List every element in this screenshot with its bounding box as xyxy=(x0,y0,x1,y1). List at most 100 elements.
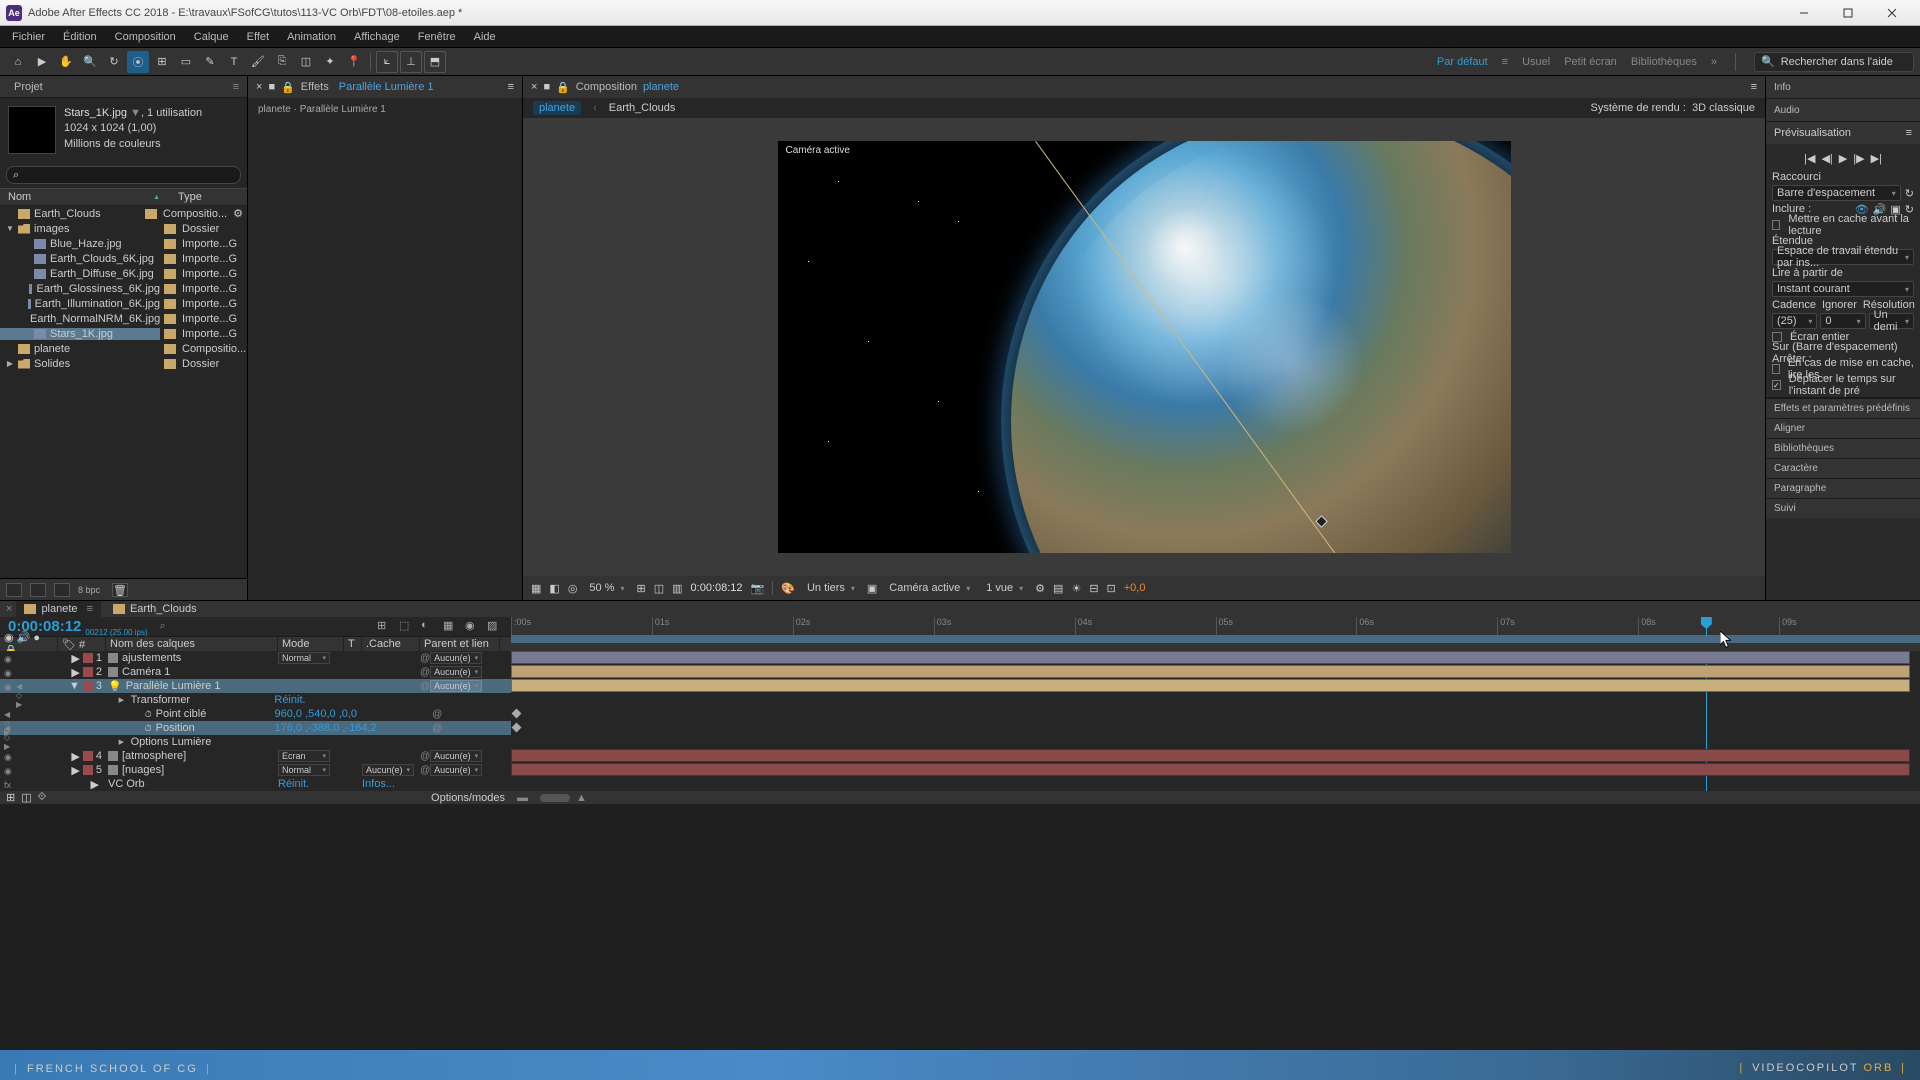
menu-aide[interactable]: Aide xyxy=(466,29,504,45)
prev-frame-button[interactable]: ◀| xyxy=(1821,152,1832,165)
project-item[interactable]: Earth_CloudsCompositio...⚙ xyxy=(0,206,247,221)
play-button[interactable]: ▶ xyxy=(1839,152,1847,165)
skip-select[interactable]: 0 xyxy=(1820,313,1865,329)
renderer-value[interactable]: 3D classique xyxy=(1692,102,1755,114)
timeline-tab-earthclouds[interactable]: Earth_Clouds xyxy=(105,601,205,617)
timeline-tracks[interactable] xyxy=(511,651,1920,791)
snapshot-icon[interactable]: 📷 xyxy=(751,582,765,595)
project-item[interactable]: Earth_Clouds_6K.jpgImporte...G xyxy=(0,251,247,266)
menu-edition[interactable]: Édition xyxy=(55,29,105,45)
timeline-zoom-scrollbar[interactable] xyxy=(540,794,570,802)
next-frame-button[interactable]: |▶ xyxy=(1853,152,1864,165)
paragraph-header[interactable]: Paragraphe xyxy=(1766,478,1920,498)
resolution-select[interactable]: Un demi xyxy=(1869,313,1914,329)
pixel-aspect-icon[interactable]: ▤ xyxy=(1053,582,1063,595)
effects-close-icon[interactable]: × xyxy=(256,81,262,93)
crumb-planete[interactable]: planete xyxy=(533,101,581,115)
project-tab[interactable]: Projet xyxy=(8,79,49,95)
menu-affichage[interactable]: Affichage xyxy=(346,29,408,45)
last-frame-button[interactable]: ▶| xyxy=(1871,152,1882,165)
character-header[interactable]: Caractère xyxy=(1766,458,1920,478)
home-tool[interactable]: ⌂ xyxy=(7,51,29,73)
mask-toggle[interactable]: ◎ xyxy=(568,582,578,595)
view-options-icon[interactable]: ⚙ xyxy=(1035,582,1045,595)
first-frame-button[interactable]: |◀ xyxy=(1804,152,1815,165)
axis-view[interactable]: ⬒ xyxy=(424,51,446,73)
property-row[interactable]: ◀ ◇ ▶ ⏱Point ciblé 960,0 ,540,0 ,0,0 @ xyxy=(0,707,511,721)
cache-checkbox[interactable] xyxy=(1772,220,1780,230)
shortcut-select[interactable]: Barre d'espacement xyxy=(1772,185,1901,201)
zoom-dropdown[interactable]: 50 % xyxy=(585,582,628,594)
grid-icon[interactable]: ▥ xyxy=(672,582,682,595)
framerate-select[interactable]: (25) xyxy=(1772,313,1817,329)
viewer-lock-icon[interactable]: 🔒 xyxy=(556,81,570,94)
workspace-usuel[interactable]: Usuel xyxy=(1522,56,1550,68)
canvas[interactable]: Caméra active xyxy=(523,118,1765,576)
libraries-header[interactable]: Bibliothèques xyxy=(1766,438,1920,458)
layer-row[interactable]: fx ▶ VC Orb Réinit. Infos... xyxy=(0,777,511,791)
project-item[interactable]: Blue_Haze.jpgImporte...G xyxy=(0,236,247,251)
axis-local[interactable]: ⟀ xyxy=(376,51,398,73)
range-select[interactable]: Espace de travail étendu par ins... xyxy=(1772,249,1914,265)
pan-behind-tool[interactable]: ⊞ xyxy=(151,51,173,73)
puppet-tool[interactable]: 📍 xyxy=(343,51,365,73)
comp-mini-flowchart[interactable]: ⊞ xyxy=(377,619,393,635)
rotate-camera-tool[interactable]: ⦿ xyxy=(127,51,149,73)
fast-preview-icon[interactable]: ▣ xyxy=(867,582,877,595)
audio-panel-header[interactable]: Audio xyxy=(1766,99,1920,121)
property-row[interactable]: ▶Transformer Réinit. xyxy=(0,693,511,707)
rect-tool[interactable]: ▭ xyxy=(175,51,197,73)
channel-toggle[interactable]: ◧ xyxy=(549,582,559,595)
project-item[interactable]: Earth_Glossiness_6K.jpgImporte...G xyxy=(0,281,247,296)
layer-row[interactable]: ◉◀ ◇ ▶ ▼3 💡Parallèle Lumière 1 @ Aucun(e… xyxy=(0,679,511,693)
hide-shy-icon[interactable]: ◐ xyxy=(421,619,437,635)
flowchart-icon[interactable]: ⊡ xyxy=(1107,582,1116,595)
bpc-indicator[interactable]: 8 bpc xyxy=(78,585,100,595)
time-ruler[interactable]: :00s01s02s03s04s05s06s07s08s09s10s xyxy=(511,617,1920,636)
project-item[interactable]: Earth_NormalNRM_6K.jpgImporte...G xyxy=(0,311,247,326)
text-tool[interactable]: T xyxy=(223,51,245,73)
menu-calque[interactable]: Calque xyxy=(186,29,237,45)
options-modes-label[interactable]: Options/modes xyxy=(431,792,505,804)
draft-3d-icon[interactable]: ⬚ xyxy=(399,619,415,635)
shortcut-reset-icon[interactable]: ↻ xyxy=(1905,187,1914,200)
render-view[interactable]: Caméra active xyxy=(778,141,1511,553)
effects-tab[interactable]: Effets xyxy=(301,81,329,93)
project-item[interactable]: planeteCompositio... xyxy=(0,341,247,356)
new-comp-button[interactable] xyxy=(54,583,70,597)
project-search[interactable]: ⌕ xyxy=(6,166,241,184)
effects-menu-icon[interactable]: ≡ xyxy=(508,81,514,93)
minimize-button[interactable] xyxy=(1782,2,1826,24)
orbit-tool[interactable]: ↻ xyxy=(103,51,125,73)
graph-editor-icon[interactable]: ▨ xyxy=(487,619,503,635)
tracker-header[interactable]: Suivi xyxy=(1766,498,1920,518)
playhead[interactable] xyxy=(1706,617,1707,636)
zoom-out-icon[interactable]: ▬ xyxy=(517,792,528,804)
maximize-button[interactable] xyxy=(1826,2,1870,24)
workspace-menu-icon[interactable]: ≡ xyxy=(1502,56,1508,68)
time-display[interactable]: 0:00:08:12 xyxy=(691,582,743,594)
workspace-more[interactable]: » xyxy=(1711,56,1717,68)
exposure-value[interactable]: +0,0 xyxy=(1124,582,1146,594)
timeline-tab-planete[interactable]: planete≡ xyxy=(16,601,101,617)
zoom-in-icon[interactable]: ▲ xyxy=(576,792,587,804)
cache-play-checkbox[interactable] xyxy=(1772,364,1780,374)
menu-effet[interactable]: Effet xyxy=(239,29,277,45)
menu-fenetre[interactable]: Fenêtre xyxy=(410,29,464,45)
axis-world[interactable]: ⊥ xyxy=(400,51,422,73)
layer-row[interactable]: ◉ ▶4 [atmosphere] Ecran @ Aucun(e) xyxy=(0,749,511,763)
property-row[interactable]: ▶Options Lumière xyxy=(0,735,511,749)
move-time-checkbox[interactable] xyxy=(1772,380,1781,390)
alpha-toggle[interactable]: ▦ xyxy=(531,582,541,595)
menu-fichier[interactable]: Fichier xyxy=(4,29,53,45)
motion-blur-icon[interactable]: ◉ xyxy=(465,619,481,635)
project-item[interactable]: Earth_Diffuse_6K.jpgImporte...G xyxy=(0,266,247,281)
playfrom-select[interactable]: Instant courant xyxy=(1772,281,1914,297)
viewer-menu-icon[interactable]: ≡ xyxy=(1751,81,1757,93)
info-panel-header[interactable]: Info xyxy=(1766,76,1920,98)
frame-blend-icon[interactable]: ▦ xyxy=(443,619,459,635)
workspace-petit[interactable]: Petit écran xyxy=(1564,56,1617,68)
viewer-close-icon[interactable]: × xyxy=(531,81,537,93)
workspace-default[interactable]: Par défaut xyxy=(1437,56,1488,68)
timeline-search-icon[interactable]: ⌕ xyxy=(160,620,174,634)
